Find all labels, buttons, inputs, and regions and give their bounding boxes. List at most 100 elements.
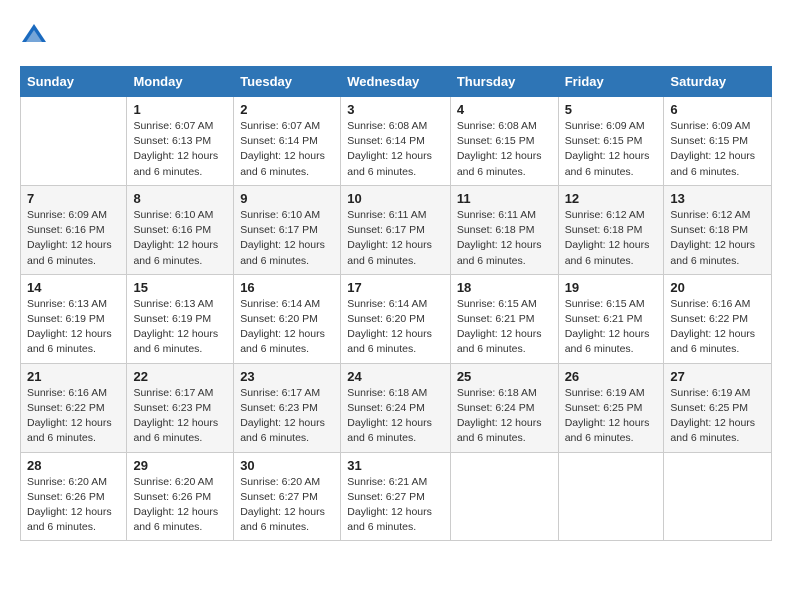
- day-info: Sunrise: 6:10 AMSunset: 6:16 PMDaylight:…: [133, 208, 227, 269]
- calendar-cell: 1 Sunrise: 6:07 AMSunset: 6:13 PMDaylight…: [127, 97, 234, 186]
- day-number: 2: [240, 102, 334, 117]
- day-info: Sunrise: 6:20 AMSunset: 6:27 PMDaylight:…: [240, 475, 334, 536]
- day-info: Sunrise: 6:17 AMSunset: 6:23 PMDaylight:…: [240, 386, 334, 447]
- calendar-cell: 19Sunrise: 6:15 AMSunset: 6:21 PMDayligh…: [558, 274, 664, 363]
- day-number: 8: [133, 191, 227, 206]
- weekday-header-wednesday: Wednesday: [341, 67, 451, 97]
- calendar-cell: 26 Sunrise: 6:19 AMSunset: 6:25 PMDayligh…: [558, 363, 664, 452]
- day-number: 26: [565, 369, 658, 384]
- day-info: Sunrise: 6:15 AMSunset: 6:21 PMDaylight:…: [457, 297, 552, 358]
- day-number: 13: [670, 191, 765, 206]
- day-number: 24: [347, 369, 444, 384]
- day-number: 17: [347, 280, 444, 295]
- calendar-cell: [558, 452, 664, 541]
- day-number: 6: [670, 102, 765, 117]
- logo: [20, 20, 52, 50]
- day-number: 15: [133, 280, 227, 295]
- weekday-header-monday: Monday: [127, 67, 234, 97]
- day-info: Sunrise: 6:19 AMSunset: 6:25 PMDaylight:…: [670, 386, 765, 447]
- calendar-cell: 24 Sunrise: 6:18 AMSunset: 6:24 PMDayligh…: [341, 363, 451, 452]
- day-info: Sunrise: 6:12 AMSunset: 6:18 PMDaylight:…: [670, 208, 765, 269]
- page-header: [20, 20, 772, 50]
- calendar-cell: 27Sunrise: 6:19 AMSunset: 6:25 PMDayligh…: [664, 363, 772, 452]
- day-info: Sunrise: 6:09 AMSunset: 6:15 PMDaylight:…: [670, 119, 765, 180]
- day-info: Sunrise: 6:16 AMSunset: 6:22 PMDaylight:…: [670, 297, 765, 358]
- calendar-cell: 4Sunrise: 6:08 AMSunset: 6:15 PMDaylight…: [450, 97, 558, 186]
- day-info: Sunrise: 6:18 AMSunset: 6:24 PMDaylight:…: [347, 386, 444, 447]
- day-info: Sunrise: 6:09 AMSunset: 6:15 PMDaylight:…: [565, 119, 658, 180]
- day-info: Sunrise: 6:11 AMSunset: 6:17 PMDaylight:…: [347, 208, 444, 269]
- weekday-header-sunday: Sunday: [21, 67, 127, 97]
- calendar-week-4: 21Sunrise: 6:16 AMSunset: 6:22 PMDayligh…: [21, 363, 772, 452]
- day-number: 29: [133, 458, 227, 473]
- day-number: 16: [240, 280, 334, 295]
- day-number: 19: [565, 280, 658, 295]
- calendar-week-1: 1 Sunrise: 6:07 AMSunset: 6:13 PMDaylight…: [21, 97, 772, 186]
- weekday-header-saturday: Saturday: [664, 67, 772, 97]
- calendar-cell: 17 Sunrise: 6:14 AMSunset: 6:20 PMDayligh…: [341, 274, 451, 363]
- calendar-cell: 22 Sunrise: 6:17 AMSunset: 6:23 PMDayligh…: [127, 363, 234, 452]
- calendar-table: SundayMondayTuesdayWednesdayThursdayFrid…: [20, 66, 772, 541]
- calendar-cell: [664, 452, 772, 541]
- day-info: Sunrise: 6:12 AMSunset: 6:18 PMDaylight:…: [565, 208, 658, 269]
- day-info: Sunrise: 6:08 AMSunset: 6:14 PMDaylight:…: [347, 119, 444, 180]
- day-info: Sunrise: 6:07 AMSunset: 6:14 PMDaylight:…: [240, 119, 334, 180]
- calendar-week-5: 28 Sunrise: 6:20 AMSunset: 6:26 PMDayligh…: [21, 452, 772, 541]
- logo-icon: [20, 22, 48, 50]
- day-number: 7: [27, 191, 120, 206]
- weekday-header-row: SundayMondayTuesdayWednesdayThursdayFrid…: [21, 67, 772, 97]
- day-info: Sunrise: 6:17 AMSunset: 6:23 PMDaylight:…: [133, 386, 227, 447]
- calendar-cell: 5 Sunrise: 6:09 AMSunset: 6:15 PMDaylight…: [558, 97, 664, 186]
- calendar-cell: 7 Sunrise: 6:09 AMSunset: 6:16 PMDaylight…: [21, 185, 127, 274]
- day-info: Sunrise: 6:19 AMSunset: 6:25 PMDaylight:…: [565, 386, 658, 447]
- day-info: Sunrise: 6:21 AMSunset: 6:27 PMDaylight:…: [347, 475, 444, 536]
- day-info: Sunrise: 6:20 AMSunset: 6:26 PMDaylight:…: [133, 475, 227, 536]
- day-number: 18: [457, 280, 552, 295]
- day-number: 14: [27, 280, 120, 295]
- day-number: 25: [457, 369, 552, 384]
- calendar-week-3: 14 Sunrise: 6:13 AMSunset: 6:19 PMDayligh…: [21, 274, 772, 363]
- day-info: Sunrise: 6:08 AMSunset: 6:15 PMDaylight:…: [457, 119, 552, 180]
- weekday-header-friday: Friday: [558, 67, 664, 97]
- day-info: Sunrise: 6:13 AMSunset: 6:19 PMDaylight:…: [27, 297, 120, 358]
- calendar-cell: 31 Sunrise: 6:21 AMSunset: 6:27 PMDayligh…: [341, 452, 451, 541]
- calendar-cell: 3 Sunrise: 6:08 AMSunset: 6:14 PMDaylight…: [341, 97, 451, 186]
- calendar-cell: 16Sunrise: 6:14 AMSunset: 6:20 PMDayligh…: [234, 274, 341, 363]
- calendar-cell: 23 Sunrise: 6:17 AMSunset: 6:23 PMDayligh…: [234, 363, 341, 452]
- calendar-cell: 6 Sunrise: 6:09 AMSunset: 6:15 PMDaylight…: [664, 97, 772, 186]
- day-number: 30: [240, 458, 334, 473]
- day-number: 22: [133, 369, 227, 384]
- day-info: Sunrise: 6:07 AMSunset: 6:13 PMDaylight:…: [133, 119, 227, 180]
- calendar-cell: 13 Sunrise: 6:12 AMSunset: 6:18 PMDayligh…: [664, 185, 772, 274]
- day-info: Sunrise: 6:10 AMSunset: 6:17 PMDaylight:…: [240, 208, 334, 269]
- calendar-cell: 21Sunrise: 6:16 AMSunset: 6:22 PMDayligh…: [21, 363, 127, 452]
- day-info: Sunrise: 6:18 AMSunset: 6:24 PMDaylight:…: [457, 386, 552, 447]
- day-number: 5: [565, 102, 658, 117]
- day-number: 1: [133, 102, 227, 117]
- day-number: 3: [347, 102, 444, 117]
- calendar-cell: [450, 452, 558, 541]
- calendar-week-2: 7 Sunrise: 6:09 AMSunset: 6:16 PMDaylight…: [21, 185, 772, 274]
- calendar-cell: [21, 97, 127, 186]
- day-number: 31: [347, 458, 444, 473]
- calendar-cell: 14 Sunrise: 6:13 AMSunset: 6:19 PMDayligh…: [21, 274, 127, 363]
- day-number: 28: [27, 458, 120, 473]
- day-info: Sunrise: 6:09 AMSunset: 6:16 PMDaylight:…: [27, 208, 120, 269]
- calendar-cell: 29 Sunrise: 6:20 AMSunset: 6:26 PMDayligh…: [127, 452, 234, 541]
- day-info: Sunrise: 6:11 AMSunset: 6:18 PMDaylight:…: [457, 208, 552, 269]
- day-info: Sunrise: 6:16 AMSunset: 6:22 PMDaylight:…: [27, 386, 120, 447]
- day-number: 23: [240, 369, 334, 384]
- day-info: Sunrise: 6:13 AMSunset: 6:19 PMDaylight:…: [133, 297, 227, 358]
- calendar-cell: 30 Sunrise: 6:20 AMSunset: 6:27 PMDayligh…: [234, 452, 341, 541]
- calendar-cell: 10Sunrise: 6:11 AMSunset: 6:17 PMDayligh…: [341, 185, 451, 274]
- calendar-cell: 9Sunrise: 6:10 AMSunset: 6:17 PMDaylight…: [234, 185, 341, 274]
- calendar-cell: 20Sunrise: 6:16 AMSunset: 6:22 PMDayligh…: [664, 274, 772, 363]
- day-number: 11: [457, 191, 552, 206]
- calendar-cell: 18 Sunrise: 6:15 AMSunset: 6:21 PMDayligh…: [450, 274, 558, 363]
- day-number: 12: [565, 191, 658, 206]
- day-info: Sunrise: 6:14 AMSunset: 6:20 PMDaylight:…: [347, 297, 444, 358]
- weekday-header-thursday: Thursday: [450, 67, 558, 97]
- calendar-cell: 12 Sunrise: 6:12 AMSunset: 6:18 PMDayligh…: [558, 185, 664, 274]
- calendar-cell: 28Sunrise: 6:20 AMSunset: 6:26 PMDayligh…: [21, 452, 127, 541]
- weekday-header-tuesday: Tuesday: [234, 67, 341, 97]
